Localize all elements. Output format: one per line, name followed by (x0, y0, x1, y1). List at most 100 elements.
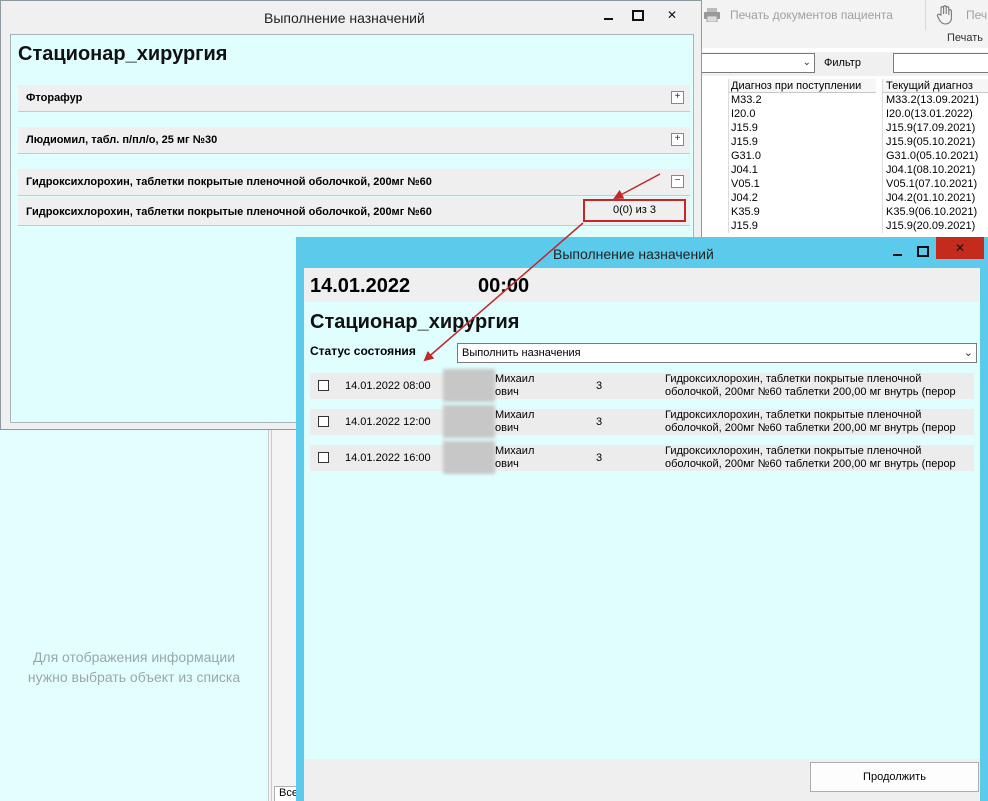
grid-row[interactable]: G31.0 G31.0(05.10.2021) (700, 149, 988, 163)
cell-admission-diagnosis: K35.9 (728, 205, 876, 219)
cell-current-diagnosis: I20.0(13.01.2022) (882, 107, 988, 121)
minimize-icon (603, 18, 613, 20)
row-checkbox[interactable] (318, 452, 329, 463)
cell-admission-diagnosis: J15.9 (728, 219, 876, 233)
execution-row[interactable]: 14.01.2022 12:00 Михаил ович 3 Гидроксихл… (310, 405, 974, 438)
grid-row[interactable]: J15.9 J15.9(20.09.2021) (700, 219, 988, 233)
cell-admission-diagnosis: J04.1 (728, 163, 876, 177)
print-short-label: Печ (966, 8, 988, 22)
row-datetime: 14.01.2022 16:00 (345, 452, 431, 464)
grid-row[interactable]: J15.9 J15.9(05.10.2021) (700, 135, 988, 149)
column-header-admission-diagnosis[interactable]: Диагноз при поступлении (728, 79, 876, 93)
grid-row[interactable]: J04.2 J04.2(01.10.2021) (700, 191, 988, 205)
drug-subrow[interactable]: Гидроксихлорохин, таблетки покрытые плен… (18, 197, 690, 226)
background-toolbar: Печать документов пациента Печ Печать (700, 0, 988, 48)
execution-count-cell[interactable]: 0(0) из 3 (583, 199, 686, 222)
close-button[interactable]: ✕ (657, 5, 687, 25)
cell-admission-diagnosis: M33.2 (728, 93, 876, 107)
grid-row[interactable]: I20.0 I20.0(13.01.2022) (700, 107, 988, 121)
drug-name: Фторафур (26, 92, 83, 104)
expand-plus-icon[interactable]: + (671, 133, 684, 146)
drug-row[interactable]: Гидроксихлорохин, таблетки покрытые плен… (18, 169, 690, 196)
window-titlebar[interactable]: Выполнение назначений ✕ (296, 237, 988, 268)
cell-current-diagnosis: J04.1(08.10.2021) (882, 163, 988, 177)
print-short-button[interactable]: Печ (936, 4, 987, 26)
redacted-patient-name (443, 369, 495, 402)
filter-input[interactable] (893, 53, 988, 73)
window-titlebar[interactable]: Выполнение назначений ✕ (1, 1, 701, 33)
close-button[interactable]: ✕ (936, 237, 984, 259)
window-title: Выполнение назначений (553, 246, 714, 262)
minimize-icon (892, 254, 902, 256)
cell-current-diagnosis: K35.9(06.10.2021) (882, 205, 988, 219)
cell-admission-diagnosis: J04.2 (728, 191, 876, 205)
grid-row[interactable]: K35.9 K35.9(06.10.2021) (700, 205, 988, 219)
cell-admission-diagnosis: J15.9 (728, 135, 876, 149)
cell-admission-diagnosis: G31.0 (728, 149, 876, 163)
row-description: Гидроксихлорохин, таблетки покрытые плен… (665, 409, 956, 434)
row-quantity: 3 (596, 380, 603, 392)
filter-label: Фильтр (824, 57, 861, 69)
execution-row[interactable]: 14.01.2022 08:00 Михаил ович 3 Гидроксихл… (310, 369, 974, 402)
left-info-panel (0, 430, 269, 801)
row-checkbox[interactable] (318, 416, 329, 427)
drug-row[interactable]: Людиомил, табл. п/пл/о, 25 мг №30 + (18, 127, 690, 154)
chevron-down-icon: ⌄ (802, 57, 811, 68)
grid-row[interactable]: J15.9 J15.9(17.09.2021) (700, 121, 988, 135)
department-title: Стационар_хирургия (18, 43, 228, 65)
maximize-button[interactable] (908, 241, 938, 261)
execution-time: 00:00 (478, 275, 530, 297)
print-docs-label: Печать документов пациента (730, 8, 893, 22)
redacted-patient-name (443, 441, 495, 474)
cell-current-diagnosis: J15.9(05.10.2021) (882, 135, 988, 149)
cell-admission-diagnosis: V05.1 (728, 177, 876, 191)
row-quantity: 3 (596, 416, 603, 428)
maximize-icon (917, 245, 929, 257)
filter-select[interactable]: ⌄ (700, 53, 815, 73)
cell-current-diagnosis: V05.1(07.10.2021) (882, 177, 988, 191)
dialog-footer: Продолжить (304, 759, 980, 801)
expand-plus-icon[interactable]: + (671, 91, 684, 104)
window-assignments-2: Выполнение назначений ✕ 14.01.2022 00:00… (296, 237, 988, 801)
close-icon: ✕ (666, 8, 678, 22)
maximize-button[interactable] (623, 5, 653, 25)
grid-header: Диагноз при поступлении Текущий диагноз (700, 79, 988, 93)
row-datetime: 14.01.2022 12:00 (345, 416, 431, 428)
minimize-button[interactable] (593, 5, 623, 25)
drug-row[interactable]: Фторафур + (18, 85, 690, 112)
grid-row[interactable]: J04.1 J04.1(08.10.2021) (700, 163, 988, 177)
row-patient-name: Михаил ович (495, 373, 535, 398)
window-title: Выполнение назначений (264, 10, 425, 26)
column-header-current-diagnosis[interactable]: Текущий диагноз (882, 79, 988, 93)
date-time-header: 14.01.2022 00:00 (304, 268, 980, 302)
grid-row[interactable]: V05.1 V05.1(07.10.2021) (700, 177, 988, 191)
status-select-value: Выполнить назначения (462, 347, 581, 359)
print-docs-button[interactable]: Печать документов пациента (704, 4, 893, 26)
row-description: Гидроксихлорохин, таблетки покрытые плен… (665, 445, 956, 470)
printer-icon (704, 8, 720, 23)
execution-row[interactable]: 14.01.2022 16:00 Михаил ович 3 Гидроксихл… (310, 441, 974, 474)
drug-name: Людиомил, табл. п/пл/о, 25 мг №30 (26, 134, 218, 146)
close-icon: ✕ (954, 241, 966, 255)
department-title: Стационар_хирургия (310, 311, 520, 333)
row-checkbox[interactable] (318, 380, 329, 391)
continue-button[interactable]: Продолжить (810, 762, 979, 792)
row-patient-name: Михаил ович (495, 409, 535, 434)
execution-date: 14.01.2022 (310, 275, 411, 297)
row-quantity: 3 (596, 452, 603, 464)
status-label: Статус состояния (310, 344, 416, 358)
print-group-label: Печать (947, 32, 984, 44)
grid-row[interactable]: M33.2 M33.2(13.09.2021) (700, 93, 988, 107)
row-datetime: 14.01.2022 08:00 (345, 380, 431, 392)
status-select[interactable]: Выполнить назначения ⌄ (457, 343, 977, 363)
chevron-down-icon: ⌄ (963, 347, 973, 359)
empty-state-message: Для отображения информации нужно выбрать… (0, 647, 268, 687)
empty-state-line2: нужно выбрать объект из списка (27, 669, 241, 685)
cell-admission-diagnosis: J15.9 (728, 121, 876, 135)
cell-current-diagnosis: M33.2(13.09.2021) (882, 93, 988, 107)
maximize-icon (632, 9, 644, 21)
drug-name: Гидроксихлорохин, таблетки покрытые плен… (26, 176, 432, 188)
row-patient-name: Михаил ович (495, 445, 535, 470)
toolbar-separator (925, 0, 926, 30)
collapse-minus-icon[interactable]: − (671, 175, 684, 188)
